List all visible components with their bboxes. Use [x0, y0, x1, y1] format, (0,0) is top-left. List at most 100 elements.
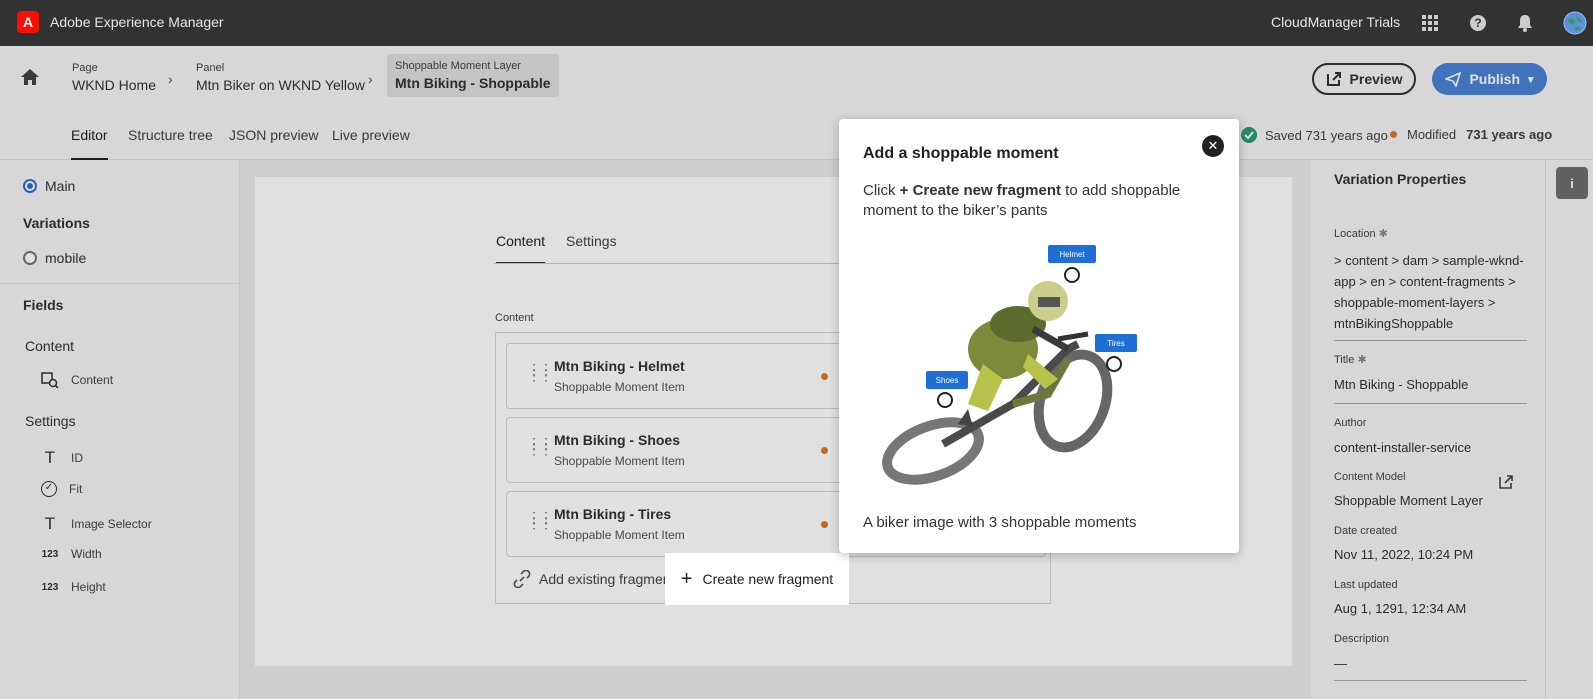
author-value: content-installer-service [1334, 440, 1472, 455]
date-created-label: Date created [1334, 525, 1397, 537]
variation-label: mobile [45, 250, 87, 266]
date-created-value: Nov 11, 2022, 10:24 PM [1334, 547, 1474, 562]
field-label: Fit [69, 482, 83, 496]
field-width[interactable]: 123 Width [41, 547, 102, 561]
last-updated-label: Last updated [1334, 579, 1398, 591]
field-underline [1334, 340, 1527, 341]
globe-avatar-icon[interactable] [1562, 10, 1588, 36]
chevron-right-icon: › [368, 71, 373, 87]
svg-text:?: ? [1474, 16, 1481, 30]
chevron-down-icon[interactable]: ▾ [1528, 73, 1534, 86]
item-subtitle: Shoppable Moment Item [554, 528, 685, 542]
org-switcher[interactable]: CloudManager Trials [1271, 14, 1400, 30]
field-label: Image Selector [71, 517, 152, 531]
external-link-icon [1326, 72, 1341, 86]
open-model-icon[interactable] [1498, 474, 1514, 495]
field-content[interactable]: Content [41, 372, 113, 388]
check-circle-outline-icon: ✓ [41, 481, 57, 497]
preview-label: Preview [1349, 71, 1403, 87]
create-new-label: Create new fragment [702, 571, 834, 587]
close-icon[interactable]: ✕ [1202, 135, 1224, 157]
description-field[interactable]: — [1334, 656, 1347, 671]
add-existing-fragment-button[interactable]: Add existing fragment [513, 570, 674, 588]
hotspot-label: Helmet [1059, 250, 1085, 259]
home-icon[interactable] [20, 68, 40, 91]
tab-structure-tree[interactable]: Structure tree [128, 127, 213, 143]
breadcrumb-type: Panel [196, 62, 225, 74]
help-icon[interactable]: ? [1467, 12, 1489, 34]
divider [0, 283, 239, 284]
modified-status: Modified 731 years ago [1390, 127, 1552, 142]
settings-group-heading: Settings [25, 413, 76, 429]
variation-main[interactable]: Main [23, 178, 75, 194]
description-label: Description [1334, 633, 1390, 645]
tab-editor[interactable]: Editor [71, 127, 108, 160]
field-underline [1334, 680, 1527, 681]
breadcrumb-type: Page [72, 62, 98, 74]
modified-label: Modified [1407, 127, 1457, 142]
biker-illustration: Helmet Tires Shoes [882, 245, 1137, 485]
saved-text: Saved 731 years ago [1265, 127, 1388, 143]
adobe-logo-icon[interactable]: A [17, 11, 39, 33]
breadcrumb-name: Mtn Biking - Shoppable [395, 75, 551, 91]
app-title[interactable]: Adobe Experience Manager [50, 14, 224, 30]
field-underline [1334, 403, 1527, 404]
tab-content[interactable]: Content [496, 233, 546, 264]
info-icon[interactable]: i [1556, 167, 1588, 199]
text-field-icon: T [44, 514, 56, 533]
variation-properties-title: Variation Properties [1334, 171, 1467, 187]
field-fit[interactable]: ✓ Fit [41, 481, 82, 497]
author-label: Author [1334, 417, 1367, 429]
drag-handle-icon[interactable]: ⋮⋮ ⋮⋮ [527, 362, 553, 382]
location-label: Location ✱ [1334, 227, 1388, 240]
status-dot-icon [821, 447, 828, 454]
content-model-label: Content Model [1334, 471, 1406, 483]
fields-heading: Fields [23, 297, 64, 313]
editor-tabs-bar: Editor Structure tree JSON preview Live … [0, 112, 1593, 160]
publish-icon [1445, 71, 1462, 87]
breadcrumb-page[interactable]: Page WKND Home [72, 62, 156, 93]
status-dot-icon [821, 373, 828, 380]
right-rail [1545, 160, 1593, 699]
popover-body: Click + Create new fragment to add shopp… [863, 181, 1193, 221]
hotspot-helmet[interactable]: Helmet [1048, 245, 1096, 283]
publish-button[interactable]: Publish ▾ [1432, 63, 1547, 95]
title-field[interactable]: Mtn Biking - Shoppable [1334, 377, 1468, 392]
text-field-icon: T [44, 448, 56, 467]
field-label: Height [71, 580, 106, 594]
field-id[interactable]: T ID [41, 448, 83, 468]
top-bar: A Adobe Experience Manager CloudManager … [0, 0, 1593, 46]
drag-handle-icon[interactable]: ⋮⋮ ⋮⋮ [527, 510, 553, 530]
required-star-icon: ✱ [1357, 354, 1367, 366]
tab-json-preview[interactable]: JSON preview [229, 127, 318, 143]
plus-icon: + [680, 568, 693, 590]
chevron-right-icon: › [168, 71, 173, 87]
breadcrumb-panel[interactable]: Panel Mtn Biker on WKND Yellow [196, 62, 365, 93]
save-status: Saved 731 years ago [1241, 127, 1388, 143]
location-value: > content > dam > sample-wknd-app > en >… [1334, 253, 1524, 331]
add-existing-label: Add existing fragment [539, 571, 675, 587]
apps-grid-icon[interactable] [1419, 12, 1441, 34]
item-title: Mtn Biking - Tires [554, 506, 672, 522]
drag-handle-icon[interactable]: ⋮⋮ ⋮⋮ [527, 436, 553, 456]
breadcrumb-name: Mtn Biker on WKND Yellow [196, 77, 365, 93]
tab-live-preview[interactable]: Live preview [332, 127, 410, 143]
group-label: Settings [25, 413, 76, 429]
title-label: Title ✱ [1334, 353, 1367, 366]
create-new-fragment-button[interactable]: + Create new fragment [665, 553, 849, 605]
tab-settings[interactable]: Settings [566, 233, 617, 249]
item-subtitle: Shoppable Moment Item [554, 380, 685, 394]
variation-mobile[interactable]: mobile [23, 250, 86, 266]
breadcrumb-current[interactable]: Shoppable Moment Layer Mtn Biking - Shop… [387, 54, 559, 97]
preview-button[interactable]: Preview [1312, 63, 1416, 95]
hotspot-shoes[interactable]: Shoes [926, 371, 968, 408]
bell-icon[interactable] [1514, 12, 1536, 34]
hotspot-label: Shoes [936, 376, 959, 385]
field-image-selector[interactable]: T Image Selector [41, 514, 152, 534]
radio-selected-icon[interactable] [23, 179, 37, 193]
label-text: Location [1334, 228, 1376, 240]
radio-icon[interactable] [23, 251, 37, 265]
hotspot-label: Tires [1107, 339, 1124, 348]
coachmark-popover: Add a shoppable moment ✕ Click + Create … [839, 119, 1239, 553]
field-height[interactable]: 123 Height [41, 580, 106, 594]
